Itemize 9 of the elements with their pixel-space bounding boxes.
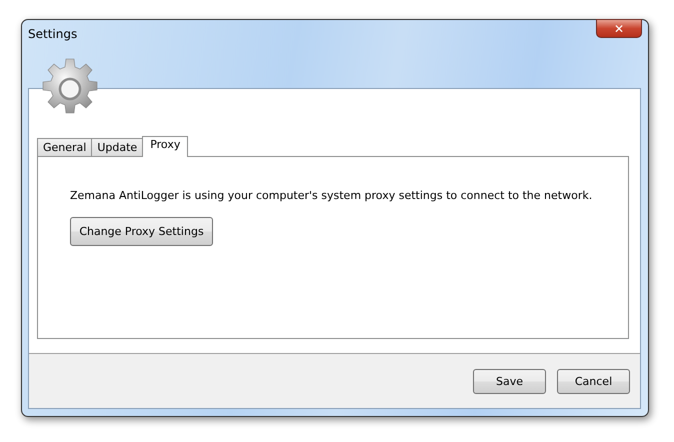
dialog-button[interactable]: Save (473, 368, 546, 394)
tab[interactable]: General (37, 138, 92, 156)
close-button[interactable]: ✕ (596, 19, 642, 38)
tab[interactable]: Proxy (142, 136, 188, 157)
tab[interactable]: Update (91, 138, 144, 156)
dialog-button[interactable]: Cancel (557, 368, 630, 394)
proxy-message: Zemana AntiLogger is using your computer's system proxy settings to connect to the network. (70, 189, 592, 202)
change-proxy-settings-button[interactable]: Change Proxy Settings (70, 217, 213, 246)
window-title: Settings (28, 27, 78, 41)
